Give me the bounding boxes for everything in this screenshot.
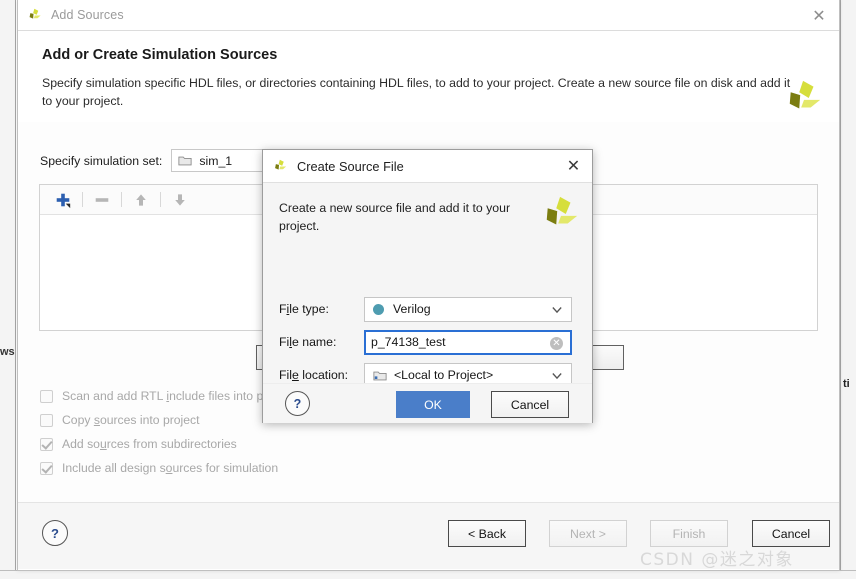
checkbox-row-include-design-sources[interactable]: Include all design sources for simulatio…: [40, 456, 278, 480]
simulation-set-row: Specify simulation set: sim_1: [40, 149, 290, 172]
dialog-title: Create Source File: [297, 158, 404, 174]
close-icon[interactable]: ✕: [809, 6, 829, 26]
dialog-titlebar: Create Source File ✕: [263, 150, 592, 183]
arrow-up-icon: [136, 193, 146, 206]
file-type-row: File type: Verilog: [279, 296, 572, 322]
chevron-down-icon: [552, 306, 562, 313]
checkbox-row-add-subdirectories[interactable]: Add sources from subdirectories: [40, 432, 278, 456]
scan-rtl-include-checkbox[interactable]: [40, 389, 53, 403]
options-checkbox-group: Scan and add RTL include files into p Co…: [40, 384, 278, 480]
toolbar-separator: [121, 192, 122, 207]
minus-icon: [95, 197, 109, 202]
folder-icon: [178, 156, 192, 166]
dialog-description: Create a new source file and add it to y…: [279, 201, 511, 234]
move-down-button[interactable]: [166, 188, 194, 212]
clear-icon[interactable]: ✕: [550, 336, 563, 350]
remove-sources-button[interactable]: [88, 188, 116, 212]
back-button[interactable]: < Back: [448, 520, 526, 547]
xilinx-logo-large-icon: [546, 196, 578, 225]
xilinx-logo-icon: [29, 8, 41, 19]
background-bottom-strip: [0, 570, 856, 579]
scan-rtl-include-label: Scan and add RTL include files into p: [62, 389, 264, 403]
page-description: Specify simulation specific HDL files, o…: [42, 76, 791, 108]
include-design-sources-checkbox[interactable]: [40, 461, 53, 475]
file-type-label: File type:: [279, 302, 329, 316]
file-name-label: File name:: [279, 335, 337, 349]
add-subdirectories-label: Add sources from subdirectories: [62, 437, 237, 451]
dialog-footer: ? OK Cancel: [263, 383, 592, 423]
create-source-file-dialog: Create Source File ✕ Create a new source…: [262, 149, 593, 423]
file-location-label: File location:: [279, 368, 349, 382]
dialog-close-icon[interactable]: ✕: [564, 157, 583, 176]
xilinx-logo-icon: [275, 159, 287, 170]
file-name-input[interactable]: p_74138_test ✕: [364, 329, 572, 355]
checkbox-row-scan-rtl-include[interactable]: Scan and add RTL include files into p: [40, 384, 278, 408]
toolbar-separator: [160, 192, 161, 207]
dialog-help-button[interactable]: ?: [285, 391, 310, 416]
file-location-value: <Local to Project>: [394, 368, 494, 382]
background-left-strip: ws: [0, 0, 16, 579]
chevron-down-icon: [552, 372, 562, 379]
folder-icon: [373, 371, 387, 380]
simulation-set-value: sim_1: [199, 153, 233, 168]
window-titlebar: Add Sources ✕: [18, 0, 839, 31]
plus-icon: [56, 193, 71, 208]
add-subdirectories-checkbox[interactable]: [40, 437, 53, 451]
include-design-sources-label: Include all design sources for simulatio…: [62, 461, 279, 475]
move-up-button[interactable]: [127, 188, 155, 212]
page-title: Add or Create Simulation Sources: [42, 47, 278, 63]
copy-sources-checkbox[interactable]: [40, 413, 53, 427]
screen: ws ti Add Sources ✕ Add or Create Simula…: [0, 0, 856, 579]
finish-button: Finish: [650, 520, 728, 547]
window-title: Add Sources: [51, 8, 124, 22]
covered-button-right[interactable]: [588, 345, 624, 370]
copy-sources-label: Copy sources into project: [62, 413, 200, 427]
help-button[interactable]: ?: [42, 520, 68, 546]
watermark: CSDN @迷之对象: [640, 550, 794, 570]
dialog-cancel-button[interactable]: Cancel: [491, 391, 569, 418]
add-sources-button[interactable]: [49, 188, 77, 212]
background-text-fragment-right: ti: [843, 378, 850, 390]
wizard-header: Add or Create Simulation Sources Specify…: [18, 31, 839, 121]
next-button: Next >: [549, 520, 627, 547]
file-name-value: p_74138_test: [371, 335, 446, 349]
file-name-row: File name: p_74138_test ✕: [279, 329, 572, 355]
file-type-dropdown[interactable]: Verilog: [364, 296, 572, 322]
cancel-button[interactable]: Cancel: [752, 520, 830, 547]
file-type-value: Verilog: [393, 302, 431, 316]
toolbar-separator: [82, 192, 83, 207]
ok-button[interactable]: OK: [396, 391, 470, 418]
arrow-down-icon: [175, 193, 185, 206]
dialog-body: Create a new source file and add it to y…: [263, 183, 592, 423]
checkbox-row-copy-sources[interactable]: Copy sources into project: [40, 408, 278, 432]
background-text-fragment-left: ws: [0, 346, 15, 358]
background-right-strip: ti: [840, 0, 856, 579]
verilog-dot-icon: [373, 303, 384, 315]
xilinx-logo-large-icon: [789, 80, 821, 109]
simulation-set-label: Specify simulation set:: [40, 153, 163, 168]
